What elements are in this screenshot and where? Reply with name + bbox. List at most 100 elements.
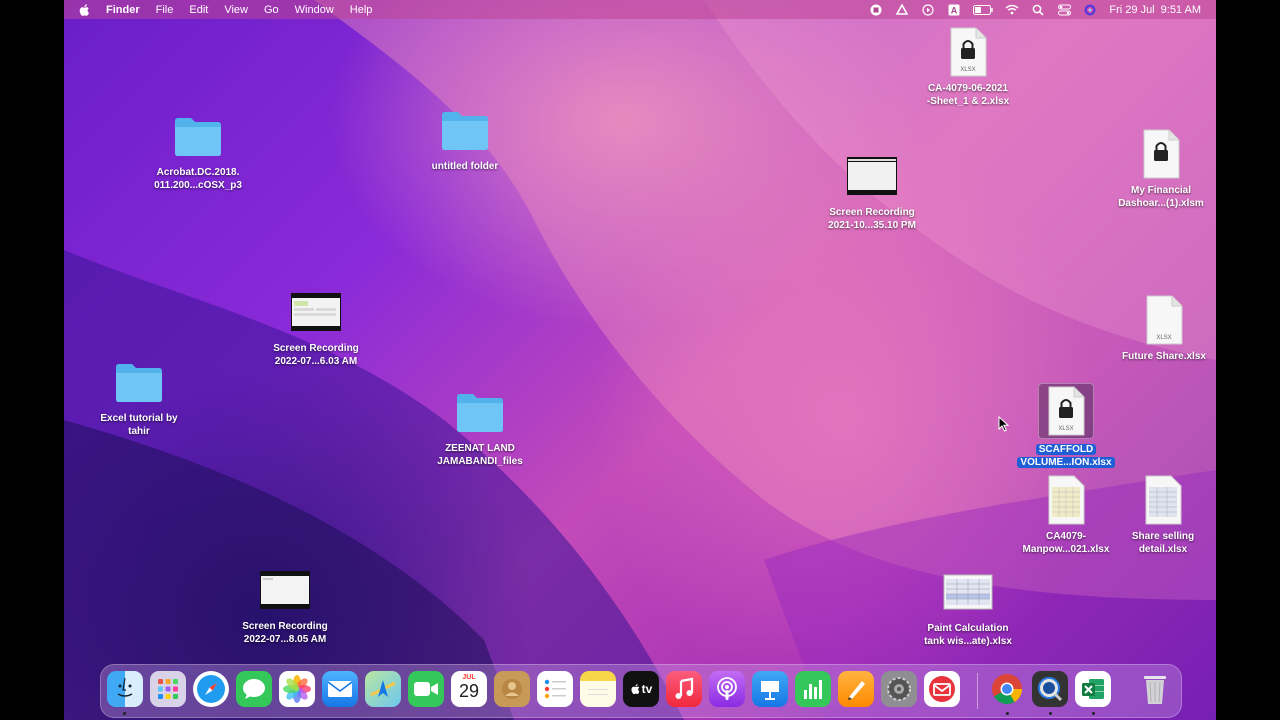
menu-window[interactable]: Window bbox=[295, 4, 334, 16]
desktop-item-ca4079-manpower[interactable]: CA4079- Manpow...021.xlsx bbox=[1011, 474, 1121, 556]
calendar-day: 29 bbox=[458, 681, 480, 701]
dock-launchpad-icon[interactable] bbox=[150, 671, 186, 707]
xlsx-badge: XLSX bbox=[960, 67, 975, 73]
running-indicator bbox=[1049, 712, 1052, 715]
battery-icon[interactable] bbox=[973, 3, 994, 17]
running-indicator bbox=[1006, 712, 1009, 715]
desktop-item-scaffold-volume[interactable]: XLSX SCAFFOLD VOLUME...ION.xlsx bbox=[1011, 383, 1121, 469]
search-icon[interactable] bbox=[1031, 3, 1045, 17]
tv-label: tv bbox=[641, 682, 653, 696]
desktop[interactable]: Finder File Edit View Go Window Help A F… bbox=[64, 0, 1216, 720]
dock-pages-icon[interactable] bbox=[838, 671, 874, 707]
dock-numbers-icon[interactable] bbox=[795, 671, 831, 707]
video-thumbnail-icon bbox=[846, 150, 898, 202]
locked-xlsx-file-icon: XLSX bbox=[942, 26, 994, 78]
drive-icon[interactable] bbox=[895, 3, 909, 17]
menu-file[interactable]: File bbox=[156, 4, 174, 16]
desktop-item-excel-tutorial-folder[interactable]: Excel tutorial by tahir bbox=[84, 356, 194, 438]
desktop-item-screen-recording-2021[interactable]: Screen Recording 2021-10...35.10 PM bbox=[817, 150, 927, 232]
menubar-time[interactable]: 9:51 AM bbox=[1161, 4, 1201, 16]
folder-icon bbox=[113, 356, 165, 408]
control-center-icon[interactable] bbox=[1057, 3, 1071, 17]
xlsx-badge: XLSX bbox=[1156, 335, 1171, 341]
desktop-item-screen-recording-0805[interactable]: Screen Recording 2022-07...8.05 AM bbox=[230, 564, 340, 646]
desktop-item-label: Screen Recording 2021-10...35.10 PM bbox=[828, 207, 916, 231]
folder-icon bbox=[454, 386, 506, 438]
dock-excel-icon[interactable] bbox=[1075, 671, 1111, 707]
desktop-item-label: Excel tutorial by tahir bbox=[100, 413, 178, 437]
desktop-item-my-financial[interactable]: My Financial Dashoar...(1).xlsm bbox=[1106, 128, 1216, 210]
folder-icon bbox=[439, 104, 491, 156]
dock-separator bbox=[977, 673, 978, 709]
dock-keynote-icon[interactable] bbox=[752, 671, 788, 707]
locked-xlsx-file-icon bbox=[1135, 128, 1187, 180]
text-input-icon[interactable]: A bbox=[947, 3, 961, 17]
dock-safari-icon[interactable] bbox=[193, 671, 229, 707]
xlsx-preview-icon bbox=[942, 566, 994, 618]
dock-finder-icon[interactable] bbox=[107, 671, 143, 707]
dock: JUL 29 tv bbox=[100, 664, 1182, 718]
dock-chrome-icon[interactable] bbox=[989, 671, 1025, 707]
desktop-item-label: CA4079- Manpow...021.xlsx bbox=[1022, 531, 1110, 555]
running-indicator bbox=[1092, 712, 1095, 715]
dock-calendar-icon[interactable]: JUL 29 bbox=[451, 671, 487, 707]
desktop-item-label: Share selling detail.xlsx bbox=[1131, 531, 1195, 555]
desktop-item-label: Screen Recording 2022-07...8.05 AM bbox=[242, 621, 328, 645]
play-icon[interactable] bbox=[921, 3, 935, 17]
desktop-item-label: Screen Recording 2022-07...6.03 AM bbox=[273, 343, 359, 367]
menu-view[interactable]: View bbox=[224, 4, 248, 16]
dock-trash-icon[interactable] bbox=[1137, 671, 1173, 707]
dock-system-preferences-icon[interactable] bbox=[881, 671, 917, 707]
dock-contacts-icon[interactable] bbox=[494, 671, 530, 707]
video-thumbnail-icon bbox=[290, 286, 342, 338]
dock-podcasts-icon[interactable] bbox=[709, 671, 745, 707]
desktop-item-paint-calculation[interactable]: Paint Calculation tank wis...ate).xlsx bbox=[913, 566, 1023, 648]
dock-photos-icon[interactable] bbox=[279, 671, 315, 707]
xlsx-badge: XLSX bbox=[1058, 426, 1073, 432]
xlsx-file-icon: XLSX bbox=[1138, 294, 1190, 346]
calendar-month: JUL bbox=[462, 674, 476, 681]
menu-finder[interactable]: Finder bbox=[106, 4, 140, 16]
desktop-item-future-share[interactable]: XLSX Future Share.xlsx bbox=[1109, 294, 1216, 363]
desktop-item-label: Acrobat.DC.2018. 011.200...cOSX_p3 bbox=[154, 167, 242, 191]
folder-icon bbox=[172, 110, 224, 162]
desktop-item-untitled-folder[interactable]: untitled folder bbox=[410, 104, 520, 173]
desktop-item-zeenat-land-folder[interactable]: ZEENAT LAND JAMABANDI_files bbox=[425, 386, 535, 468]
apple-menu-icon[interactable] bbox=[78, 3, 92, 17]
dock-mail-client-icon[interactable] bbox=[924, 671, 960, 707]
apple-logo-icon bbox=[631, 684, 640, 695]
desktop-item-share-selling[interactable]: Share selling detail.xlsx bbox=[1108, 474, 1216, 556]
menu-help[interactable]: Help bbox=[350, 4, 373, 16]
dock-mail-icon[interactable] bbox=[322, 671, 358, 707]
dock-notes-icon[interactable] bbox=[580, 671, 616, 707]
menu-go[interactable]: Go bbox=[264, 4, 279, 16]
desktop-item-ca4079-sheet[interactable]: XLSX CA-4079-06-2021 -Sheet_1 & 2.xlsx bbox=[913, 26, 1023, 108]
dock-messages-icon[interactable] bbox=[236, 671, 272, 707]
desktop-item-screen-recording-0603[interactable]: Screen Recording 2022-07...6.03 AM bbox=[261, 286, 371, 368]
desktop-item-label: untitled folder bbox=[431, 161, 499, 172]
desktop-item-label: My Financial Dashoar...(1).xlsm bbox=[1118, 185, 1204, 209]
desktop-item-label: CA-4079-06-2021 -Sheet_1 & 2.xlsx bbox=[926, 83, 1010, 107]
svg-text:A: A bbox=[951, 5, 958, 15]
xlsx-preview-icon bbox=[1137, 474, 1189, 526]
desktop-item-acrobat-folder[interactable]: Acrobat.DC.2018. 011.200...cOSX_p3 bbox=[143, 110, 253, 192]
dock-facetime-icon[interactable] bbox=[408, 671, 444, 707]
wifi-icon[interactable] bbox=[1005, 3, 1019, 17]
siri-icon[interactable] bbox=[1083, 3, 1097, 17]
dock-tv-icon[interactable]: tv bbox=[623, 671, 659, 707]
desktop-item-label: SCAFFOLD VOLUME...ION.xlsx bbox=[1017, 443, 1115, 469]
screen-record-stop-icon[interactable] bbox=[869, 3, 883, 17]
desktop-item-label: Paint Calculation tank wis...ate).xlsx bbox=[924, 623, 1012, 647]
dock-music-icon[interactable] bbox=[666, 671, 702, 707]
desktop-item-label: ZEENAT LAND JAMABANDI_files bbox=[437, 443, 523, 467]
menu-edit[interactable]: Edit bbox=[189, 4, 208, 16]
xlsx-preview-icon bbox=[1040, 474, 1092, 526]
menubar-date[interactable]: Fri 29 Jul bbox=[1109, 4, 1154, 16]
dock-quicktime-icon[interactable] bbox=[1032, 671, 1068, 707]
dock-maps-icon[interactable] bbox=[365, 671, 401, 707]
video-thumbnail-icon bbox=[259, 564, 311, 616]
status-area: A Fri 29 Jul 9:51 AM bbox=[857, 0, 1201, 19]
locked-xlsx-file-icon: XLSX bbox=[1038, 383, 1094, 439]
dock-reminders-icon[interactable] bbox=[537, 671, 573, 707]
menu-bar: Finder File Edit View Go Window Help A F… bbox=[64, 0, 1216, 19]
